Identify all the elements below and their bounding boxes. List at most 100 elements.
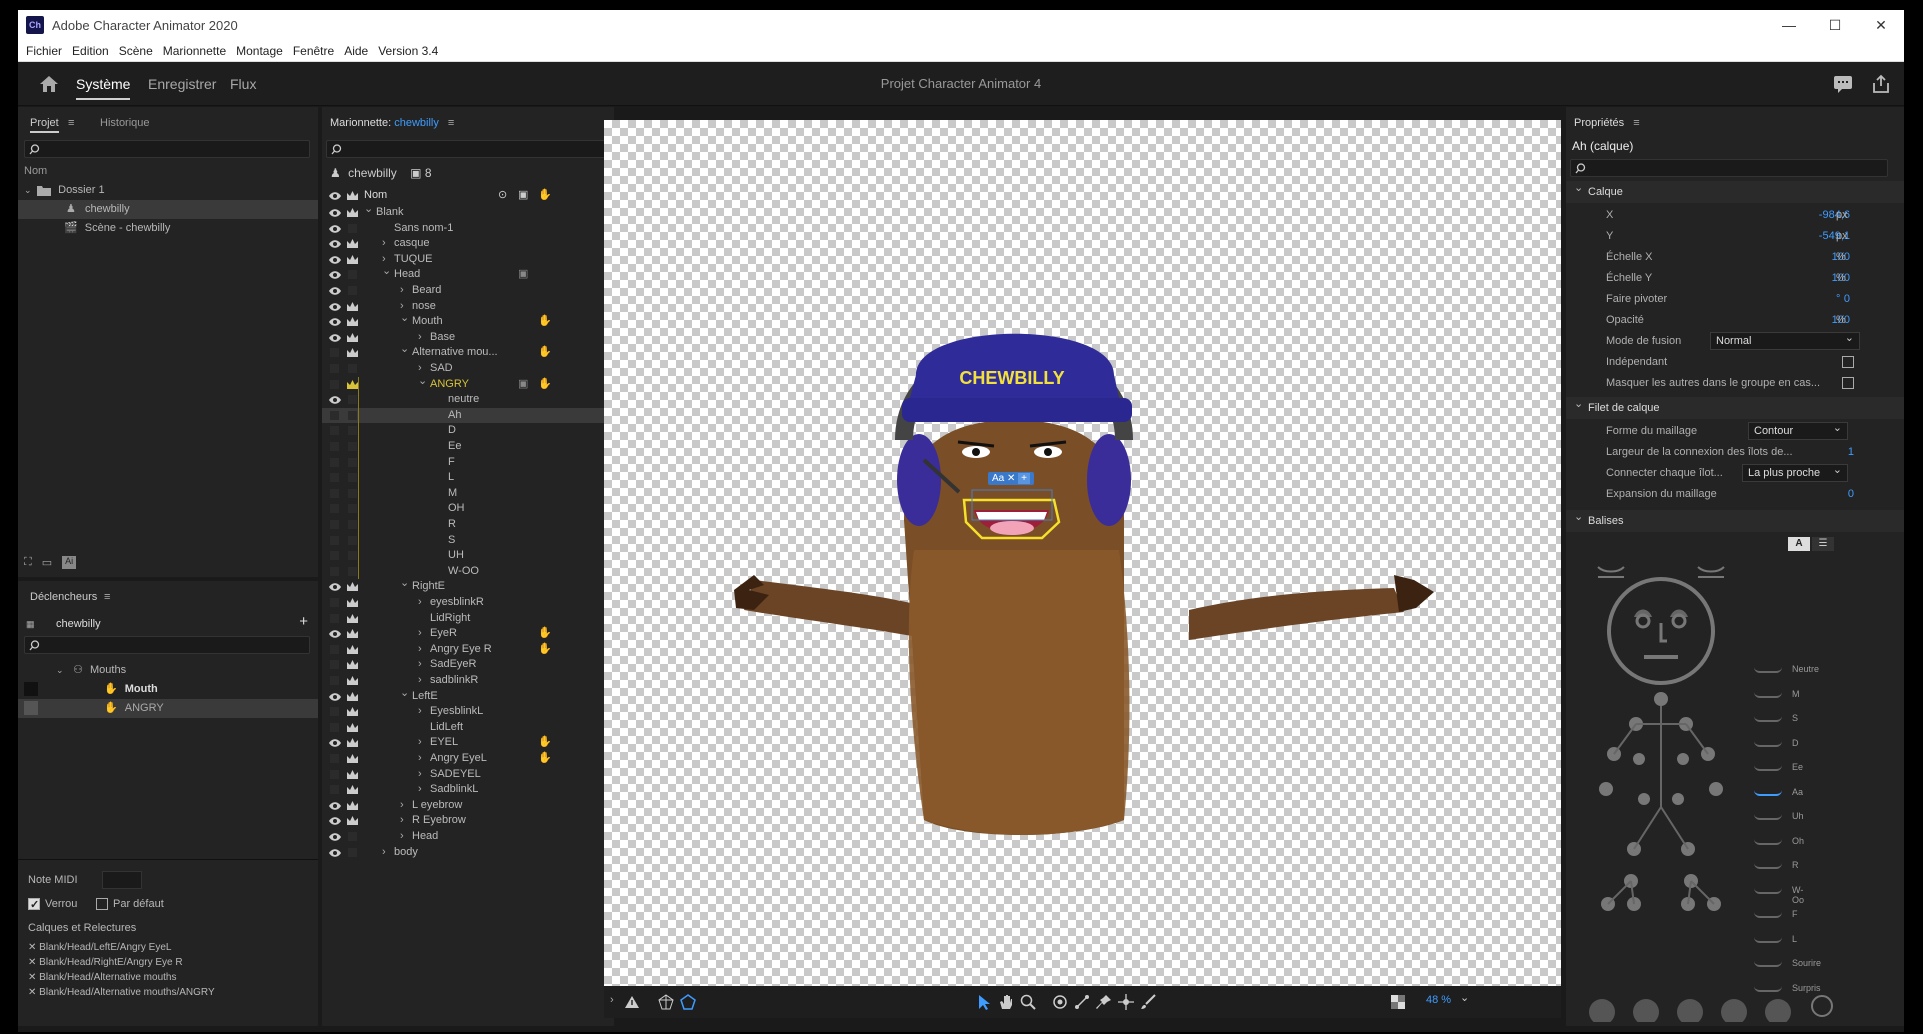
layer-row[interactable]: › Head	[322, 829, 608, 844]
eye-icon[interactable]	[328, 801, 342, 811]
crown-icon[interactable]	[346, 332, 359, 343]
connect-select[interactable]: La plus proche	[1742, 462, 1848, 482]
eye-icon[interactable]	[328, 208, 342, 218]
layer-row[interactable]: W-OO	[322, 564, 608, 579]
layer-row[interactable]: L	[322, 470, 608, 485]
crown-icon[interactable]	[346, 815, 359, 826]
eye-toggle-empty[interactable]	[330, 457, 339, 467]
par-defaut-checkbox[interactable]: Par défaut	[96, 895, 164, 914]
chevron-down-icon[interactable]: ⌄	[382, 264, 391, 279]
chevron-right-icon[interactable]: ›	[418, 657, 422, 672]
menu-edition[interactable]: Edition	[72, 44, 109, 58]
crown-icon[interactable]	[346, 769, 359, 780]
eye-icon[interactable]	[328, 848, 342, 858]
chevron-right-icon[interactable]: ›	[400, 813, 404, 828]
triggers-menu-icon[interactable]: ≡	[104, 591, 110, 603]
eye-icon[interactable]	[328, 582, 342, 592]
crown-icon[interactable]	[346, 613, 359, 624]
mesh-shape-select[interactable]: Contour	[1748, 420, 1848, 440]
panel-menu-icon[interactable]: ≡	[448, 117, 454, 129]
eye-toggle-empty[interactable]	[330, 364, 339, 373]
crown-toggle-empty[interactable]	[348, 395, 357, 405]
crown-icon[interactable]	[346, 644, 359, 655]
layer-row[interactable]: › SadblinkL	[322, 782, 608, 797]
chevron-down-icon[interactable]: ⌄	[418, 374, 427, 389]
crown-icon[interactable]	[346, 347, 359, 358]
eye-toggle-empty[interactable]	[330, 410, 339, 420]
crown-toggle-empty[interactable]	[348, 473, 357, 483]
crown-icon[interactable]	[346, 737, 359, 748]
eye-toggle-empty[interactable]	[330, 520, 339, 529]
chevron-down-icon[interactable]: ⌄	[1460, 991, 1469, 1004]
remove-icon[interactable]: ✕	[28, 942, 39, 953]
remove-icon[interactable]: ✕	[28, 987, 39, 998]
layer-row[interactable]: UH	[322, 548, 608, 563]
eye-icon[interactable]	[328, 286, 342, 296]
chevron-down-icon[interactable]: ⌄	[400, 576, 409, 591]
eye-icon[interactable]	[328, 692, 342, 702]
eye-icon[interactable]	[328, 255, 342, 265]
layer-row[interactable]: › TUQUE	[322, 252, 608, 267]
layer-row[interactable]: LidLeft	[322, 720, 608, 735]
select-tool-icon[interactable]	[976, 994, 992, 1010]
layer-row[interactable]: ⌄ LeftE	[322, 687, 608, 704]
eye-toggle-empty[interactable]	[330, 535, 339, 545]
triggers-search-input[interactable]	[24, 636, 310, 654]
crown-icon[interactable]	[346, 800, 359, 811]
crown-icon[interactable]	[346, 753, 359, 764]
eye-toggle-empty[interactable]	[330, 754, 339, 763]
illustrator-icon[interactable]: Ai	[62, 556, 77, 569]
chevron-right-icon[interactable]: ›	[382, 236, 386, 251]
layer-row[interactable]: ⌄ Mouth ✋	[322, 312, 608, 329]
crown-toggle-empty[interactable]	[348, 270, 357, 280]
crown-icon[interactable]	[346, 581, 359, 592]
crown-icon[interactable]	[346, 238, 359, 249]
chevron-right-icon[interactable]: ›	[400, 829, 404, 844]
eye-toggle-empty[interactable]	[330, 644, 339, 654]
chevron-right-icon[interactable]: ›	[418, 751, 422, 766]
eye-icon[interactable]	[328, 302, 342, 312]
chevron-down-icon[interactable]: ⌄	[56, 661, 66, 680]
layer-row[interactable]: › SAD	[322, 361, 608, 376]
layer-row[interactable]: › EyeR ✋	[322, 626, 608, 641]
eye-toggle-empty[interactable]	[330, 598, 339, 607]
eye-toggle-empty[interactable]	[330, 660, 339, 670]
crown-toggle-empty[interactable]	[348, 520, 357, 529]
eye-toggle-empty[interactable]	[330, 348, 339, 358]
crown-toggle-empty[interactable]	[348, 364, 357, 373]
add-trigger-icon[interactable]: +	[299, 613, 308, 630]
crown-toggle-empty[interactable]	[348, 286, 357, 295]
menu-fichier[interactable]: Fichier	[26, 44, 62, 58]
checker-icon[interactable]	[1390, 994, 1406, 1010]
blend-mode-select[interactable]: Normal	[1710, 330, 1860, 350]
eye-toggle-empty[interactable]	[330, 488, 339, 498]
eye-icon[interactable]	[328, 832, 342, 842]
layer-row[interactable]: › L eyebrow	[322, 798, 608, 813]
crown-toggle-empty[interactable]	[348, 410, 357, 420]
crown-toggle-empty[interactable]	[348, 223, 357, 233]
chevron-right-icon[interactable]: ›	[418, 735, 422, 750]
crown-toggle-empty[interactable]	[348, 457, 357, 467]
new-scene-icon[interactable]: ⛶	[24, 556, 32, 569]
eye-icon[interactable]	[328, 224, 342, 234]
layer-row[interactable]: › Angry EyeL ✋	[322, 751, 608, 766]
chevron-right-icon[interactable]: ›	[418, 595, 422, 610]
crown-icon[interactable]	[346, 784, 359, 795]
crown-toggle-empty[interactable]	[348, 488, 357, 498]
section-tags[interactable]: Balises	[1566, 506, 1904, 532]
maximize-button[interactable]: ☐	[1812, 10, 1858, 40]
eye-toggle-empty[interactable]	[330, 676, 339, 685]
comment-icon[interactable]	[1832, 73, 1854, 95]
layer-row[interactable]: Ah	[322, 407, 608, 423]
layer-row[interactable]: ⌄ Head ▣	[322, 264, 608, 282]
eye-icon[interactable]	[328, 395, 342, 405]
layer-row[interactable]: S	[322, 533, 608, 548]
tags-mode-text-toggle[interactable]: A	[1788, 537, 1810, 551]
eye-toggle-empty[interactable]	[330, 785, 339, 795]
brush-tool-icon[interactable]	[1140, 994, 1156, 1010]
section-mesh[interactable]: Filet de calque	[1566, 393, 1904, 419]
eye-toggle-empty[interactable]	[330, 722, 339, 732]
crown-icon[interactable]	[346, 706, 359, 717]
new-folder-icon[interactable]: ▭	[42, 556, 52, 569]
chevron-down-icon[interactable]: ⌄	[364, 202, 373, 217]
